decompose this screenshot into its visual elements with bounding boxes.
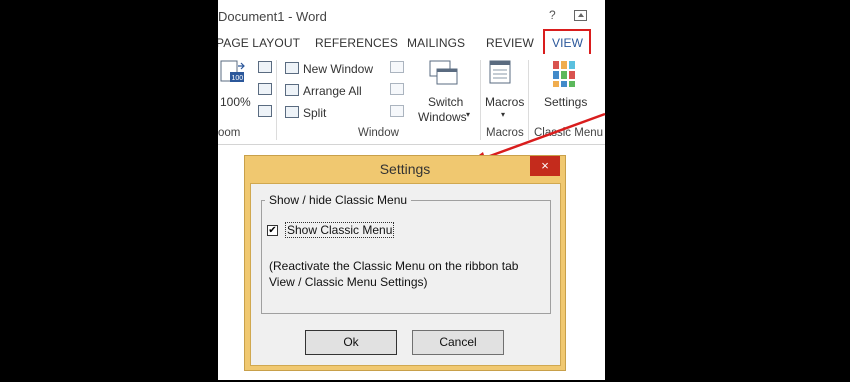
tab-references[interactable]: REFERENCES — [315, 36, 398, 50]
split-icon — [285, 106, 299, 118]
settings-icon[interactable] — [552, 60, 576, 88]
zoom-100-label: 100% — [220, 95, 251, 109]
tab-mailings[interactable]: MAILINGS — [407, 36, 465, 50]
multiple-pages-icon[interactable] — [258, 83, 272, 95]
dialog-body: Show / hide Classic Menu ✔ Show Classic … — [250, 183, 561, 366]
page-width-icon[interactable] — [258, 105, 272, 117]
tab-page-layout[interactable]: PAGE LAYOUT — [218, 36, 300, 50]
macros-button[interactable]: Macros — [485, 95, 524, 109]
view-side-by-side-icon[interactable] — [390, 61, 404, 73]
reactivate-note: (Reactivate the Classic Menu on the ribb… — [269, 259, 519, 289]
ok-button[interactable]: Ok — [305, 330, 397, 355]
macros-icon[interactable] — [489, 60, 513, 88]
one-page-icon[interactable] — [258, 61, 272, 73]
zoom-group-label: oom — [218, 127, 241, 139]
svg-text:100: 100 — [232, 75, 244, 82]
ribbon-display-options-icon[interactable] — [574, 10, 587, 21]
show-classic-menu-label[interactable]: Show Classic Menu — [285, 222, 395, 238]
show-hide-group — [261, 200, 551, 314]
settings-dialog: Settings × Show / hide Classic Menu ✔ Sh… — [244, 155, 566, 371]
cancel-button[interactable]: Cancel — [412, 330, 504, 355]
title-bar: Document1 - Word ? — [218, 0, 605, 30]
arrange-all-button[interactable]: Arrange All — [303, 84, 362, 98]
synchronous-scrolling-icon[interactable] — [390, 83, 404, 95]
arrange-all-icon — [285, 84, 299, 96]
view-tab-highlight — [543, 29, 591, 56]
group-title: Show / hide Classic Menu — [265, 193, 412, 207]
divider — [276, 60, 277, 140]
split-button[interactable]: Split — [303, 106, 326, 120]
help-icon[interactable]: ? — [549, 8, 556, 22]
settings-button[interactable]: Settings — [544, 95, 587, 109]
tab-review[interactable]: REVIEW — [486, 36, 534, 50]
close-icon[interactable]: × — [530, 156, 560, 176]
reset-window-position-icon[interactable] — [390, 105, 404, 117]
window-title: Document1 - Word — [218, 9, 327, 24]
switch-windows-label-1[interactable]: Switch — [428, 95, 463, 109]
dialog-title: Settings — [379, 161, 431, 177]
switch-windows-icon[interactable] — [429, 60, 459, 90]
window-group-label: Window — [358, 127, 399, 139]
zoom-100-icon[interactable]: 100 — [220, 60, 246, 88]
new-window-button[interactable]: New Window — [303, 62, 373, 76]
new-window-icon — [285, 62, 299, 74]
show-classic-menu-checkbox[interactable]: ✔ — [267, 225, 278, 236]
